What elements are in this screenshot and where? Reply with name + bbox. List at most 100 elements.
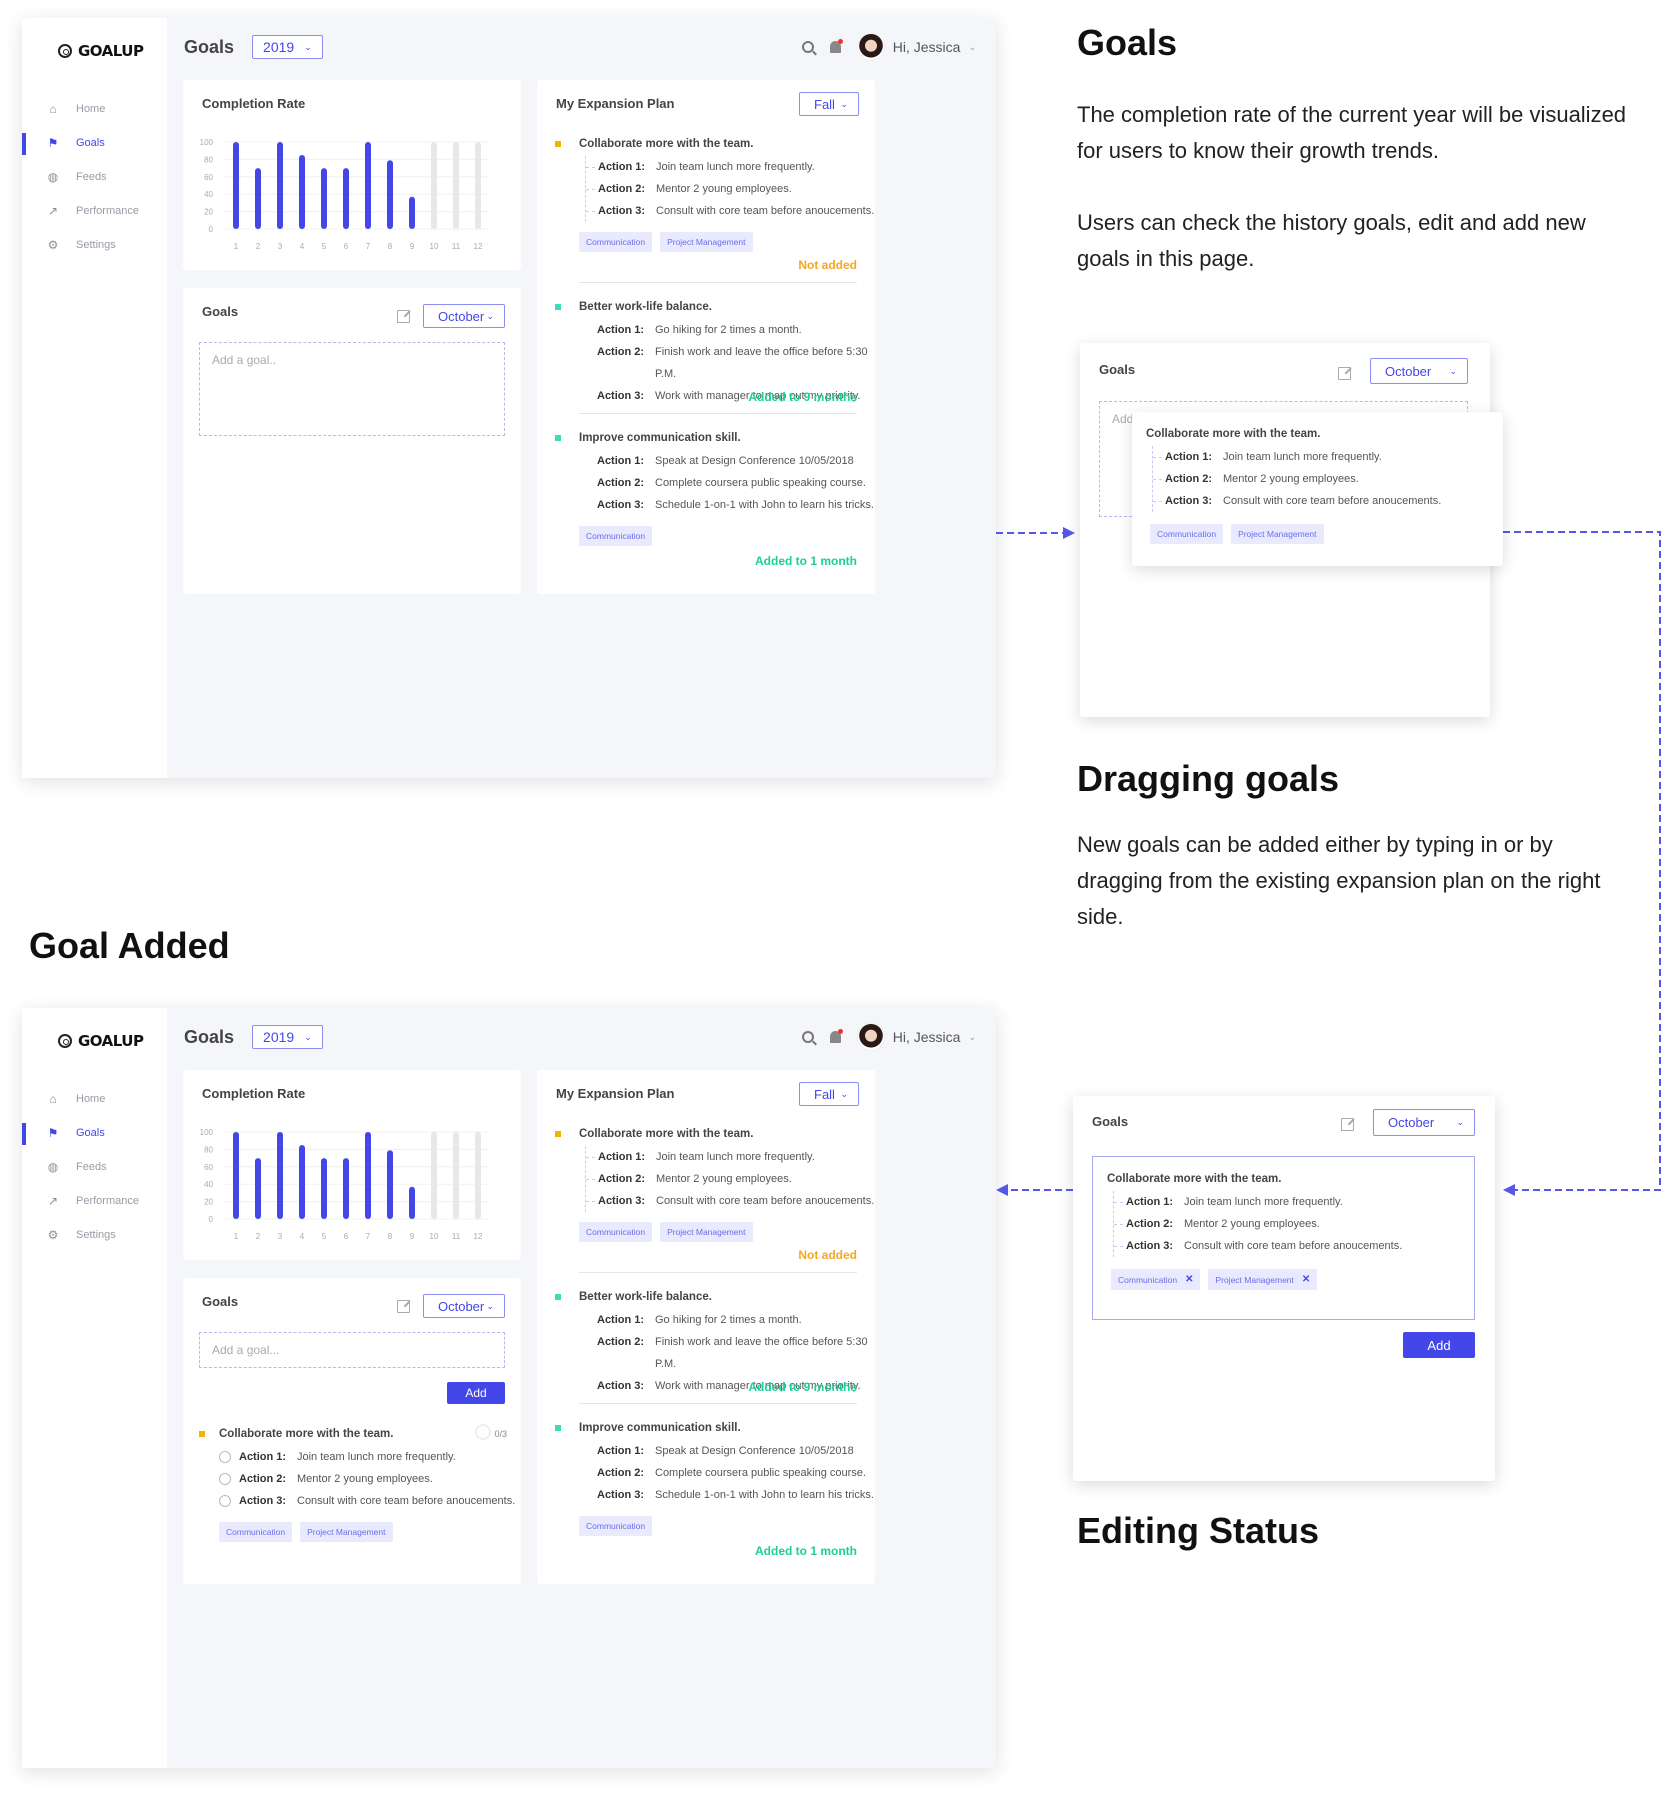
tag[interactable]: Communication xyxy=(1150,524,1224,544)
y-tick-label: 100 xyxy=(200,138,214,147)
action-item: Action 1: Join team lunch more frequently… xyxy=(1153,446,1493,468)
chevron-down-icon: ⌄ xyxy=(1456,1117,1464,1127)
user-menu[interactable]: Hi, Jessica ⌄ xyxy=(856,33,976,61)
remove-tag-icon[interactable]: ✕ xyxy=(1302,1274,1310,1285)
dragged-goal-card[interactable]: Collaborate more with the team. Action 1… xyxy=(1132,412,1503,566)
edit-icon[interactable] xyxy=(1338,367,1351,380)
top-bar: Goals 2019 ⌄ Hi, Jessica ⌄ xyxy=(184,1022,976,1052)
tag[interactable]: Project Management ✕ xyxy=(1208,1269,1318,1290)
season-select[interactable]: Fall ⌄ xyxy=(799,92,859,116)
x-tick-label: 2 xyxy=(256,1232,261,1241)
arrow-head-icon xyxy=(996,1184,1008,1196)
plan-goal[interactable]: Improve communication skill. Action 1: Sp… xyxy=(537,430,875,546)
action-checkbox[interactable] xyxy=(219,1451,231,1463)
sidebar-item-feeds[interactable]: ◍ Feeds xyxy=(22,160,167,194)
month-select[interactable]: October ⌄ xyxy=(423,304,505,328)
action-item: Action 1: Go hiking for 2 times a month. xyxy=(597,1314,802,1326)
x-tick-label: 7 xyxy=(366,1232,371,1241)
annotation-text: The completion rate of the current year … xyxy=(1077,102,1627,163)
add-goal-input[interactable]: Add a goal... xyxy=(199,1332,505,1368)
add-button[interactable]: Add xyxy=(447,1382,505,1404)
edit-icon[interactable] xyxy=(1341,1118,1354,1131)
page-title: Goals xyxy=(184,36,235,57)
tag[interactable]: Project Management xyxy=(1231,524,1324,544)
sidebar-item-feeds[interactable]: ◍ Feeds xyxy=(22,1150,167,1184)
status-bullet xyxy=(555,1294,561,1300)
tag[interactable]: Communication xyxy=(219,1522,293,1542)
sidebar-item-performance[interactable]: ↗ Performance xyxy=(22,1184,167,1218)
edit-icon[interactable] xyxy=(397,310,410,323)
sidebar-item-goals[interactable]: ⚑ Goals xyxy=(22,126,167,160)
plan-goal[interactable]: Collaborate more with the team. Action 1… xyxy=(537,1126,875,1242)
y-tick-label: 60 xyxy=(204,1163,213,1172)
search-icon[interactable] xyxy=(801,1031,814,1043)
tag[interactable]: Communication xyxy=(579,526,653,546)
x-tick-label: 3 xyxy=(278,242,283,251)
plan-status: Added to 9 months xyxy=(748,1380,857,1394)
month-select[interactable]: October ⌄ xyxy=(1373,1109,1475,1136)
tag[interactable]: Project Management xyxy=(660,232,753,252)
annotation-heading: Editing Status xyxy=(1077,1510,1319,1551)
sidebar-item-settings[interactable]: ⚙ Settings xyxy=(22,1218,167,1252)
notification-bell-icon[interactable] xyxy=(829,1029,843,1043)
sidebar-item-goals[interactable]: ⚑ Goals xyxy=(22,1116,167,1150)
x-tick-label: 1 xyxy=(234,1232,239,1241)
chevron-down-icon: ⌄ xyxy=(840,1088,848,1099)
notification-bell-icon[interactable] xyxy=(829,39,843,53)
chevron-down-icon: ⌄ xyxy=(968,41,976,52)
avatar xyxy=(856,33,885,61)
sidebar-item-home[interactable]: ⌂ Home xyxy=(22,92,167,126)
add-button[interactable]: Add xyxy=(1403,1332,1475,1358)
card-title: My Expansion Plan xyxy=(556,1086,675,1101)
completion-chart: 0204060801001 2 3 4 5 6 7 8 9 10 11 12 xyxy=(200,138,489,251)
added-goal: Collaborate more with the team. 0/3 Acti… xyxy=(183,1424,521,1542)
action-checkbox[interactable] xyxy=(219,1495,231,1507)
action-checkbox[interactable] xyxy=(219,1473,231,1485)
editing-goals-card: Goals October ⌄ Collaborate more with the… xyxy=(1073,1096,1495,1481)
user-menu[interactable]: Hi, Jessica ⌄ xyxy=(856,1023,976,1051)
plan-status: Added to 1 month xyxy=(755,554,857,568)
globe-icon: ◍ xyxy=(47,170,59,184)
year-select[interactable]: 2019 ⌄ xyxy=(252,35,323,59)
x-tick-label: 6 xyxy=(344,1232,349,1241)
tag[interactable]: Project Management xyxy=(300,1522,393,1542)
x-tick-label: 2 xyxy=(256,242,261,251)
tag[interactable]: Project Management xyxy=(660,1222,753,1242)
editing-goal-box[interactable]: Collaborate more with the team. Action 1… xyxy=(1092,1156,1475,1320)
x-tick-label: 6 xyxy=(344,242,349,251)
target-icon xyxy=(58,44,72,58)
month-select[interactable]: October ⌄ xyxy=(1370,358,1468,384)
home-icon: ⌂ xyxy=(49,1092,57,1106)
chevron-down-icon: ⌄ xyxy=(1449,365,1457,376)
sidebar-item-performance[interactable]: ↗ Performance xyxy=(22,194,167,228)
divider xyxy=(579,413,857,414)
plan-goal[interactable]: Improve communication skill. Action 1: Sp… xyxy=(537,1420,875,1536)
gear-icon: ⚙ xyxy=(47,238,59,252)
tag[interactable]: Communication ✕ xyxy=(1111,1269,1201,1290)
annotation-heading: Goal Added xyxy=(29,925,230,966)
sidebar: GOALUP ⌂ Home ⚑ Goals ◍ Feeds ↗ Performance … xyxy=(22,1008,167,1768)
tag[interactable]: Communication xyxy=(579,1222,653,1242)
add-goal-input[interactable]: Add a goal.. xyxy=(199,342,505,436)
annotation-text: New goals can be added either by typing … xyxy=(1077,832,1601,929)
status-bullet xyxy=(555,1425,561,1431)
y-tick-label: 60 xyxy=(204,173,213,182)
chevron-down-icon: ⌄ xyxy=(840,98,848,109)
search-icon[interactable] xyxy=(801,41,814,53)
year-select[interactable]: 2019 ⌄ xyxy=(252,1025,323,1049)
edit-icon[interactable] xyxy=(397,1300,410,1313)
month-select[interactable]: October ⌄ xyxy=(423,1294,505,1318)
season-select[interactable]: Fall ⌄ xyxy=(799,1082,859,1106)
tag[interactable]: Communication xyxy=(579,232,653,252)
action-item: Action 1: Join team lunch more frequently… xyxy=(586,156,875,178)
tag[interactable]: Communication xyxy=(579,1516,653,1536)
action-item: Action 1: Join team lunch more frequently… xyxy=(1114,1191,1464,1213)
sidebar-item-home[interactable]: ⌂ Home xyxy=(22,1082,167,1116)
sidebar-item-settings[interactable]: ⚙ Settings xyxy=(22,228,167,262)
plan-goal[interactable]: Collaborate more with the team. Action 1… xyxy=(537,136,875,252)
home-icon: ⌂ xyxy=(49,102,57,116)
x-tick-label: 12 xyxy=(474,1232,483,1241)
action-item: Action 1: Go hiking for 2 times a month. xyxy=(597,324,802,336)
remove-tag-icon[interactable]: ✕ xyxy=(1185,1274,1193,1285)
status-bullet xyxy=(555,435,561,441)
